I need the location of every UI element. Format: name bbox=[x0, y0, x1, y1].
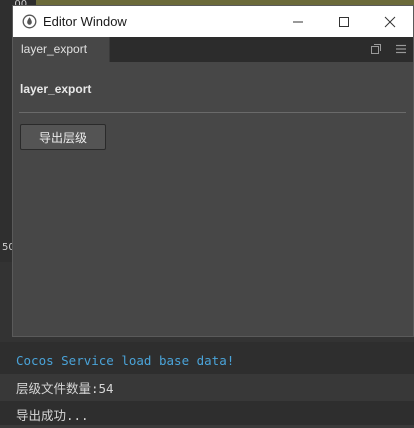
maximize-icon bbox=[339, 16, 349, 27]
window-titlebar[interactable]: Editor Window bbox=[13, 6, 413, 37]
export-layers-button[interactable]: 导出层级 bbox=[20, 124, 106, 150]
close-button[interactable] bbox=[367, 6, 413, 37]
tab-layer-export[interactable]: layer_export bbox=[13, 37, 110, 62]
panel-content: layer_export 导出层级 bbox=[13, 62, 413, 336]
close-icon bbox=[384, 16, 396, 27]
popout-icon[interactable] bbox=[370, 43, 382, 55]
editor-window: Editor Window layer_export layer_export … bbox=[12, 5, 414, 337]
hamburger-menu-icon[interactable] bbox=[395, 43, 407, 55]
console-panel: Cocos Service load base data! 层级文件数量:54 … bbox=[0, 342, 414, 425]
panel-title: layer_export bbox=[20, 82, 92, 96]
tab-bar: layer_export bbox=[13, 37, 413, 62]
maximize-button[interactable] bbox=[321, 6, 367, 37]
window-title: Editor Window bbox=[43, 14, 127, 29]
divider bbox=[19, 112, 406, 113]
console-line-success: 导出成功... bbox=[16, 408, 89, 423]
app-logo-icon bbox=[22, 14, 37, 29]
console-line-info: Cocos Service load base data! bbox=[16, 353, 235, 368]
minimize-button[interactable] bbox=[275, 6, 321, 37]
console-line-count: 层级文件数量:54 bbox=[0, 374, 414, 401]
minimize-icon bbox=[293, 21, 303, 22]
